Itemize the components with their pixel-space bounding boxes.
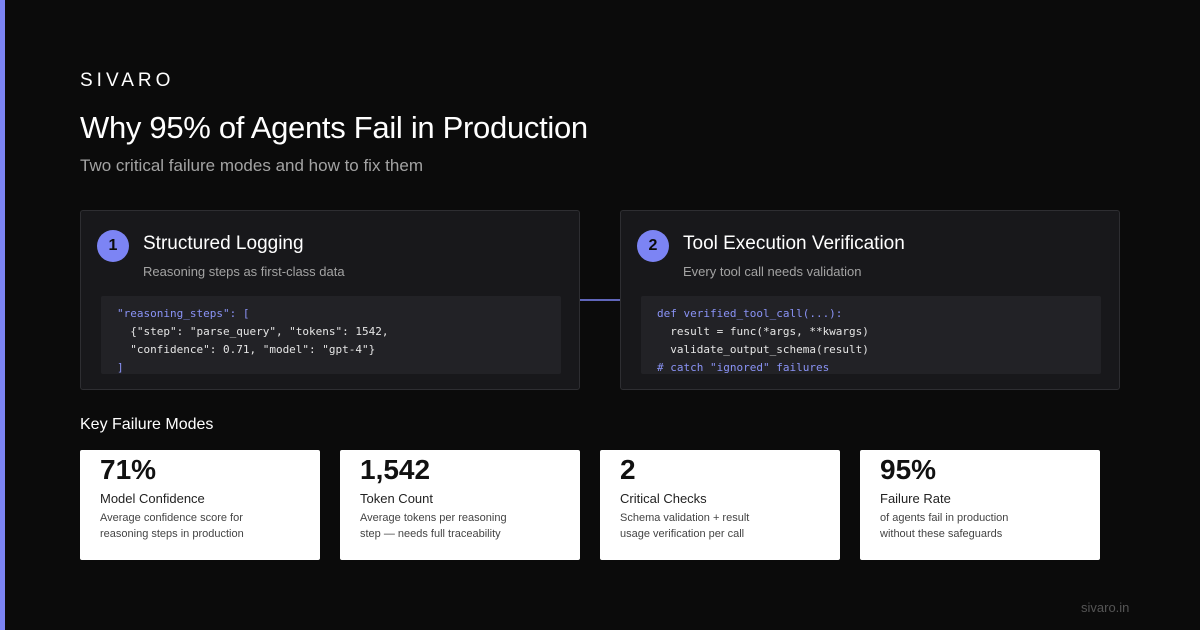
stat-description-line: step — needs full traceability — [360, 528, 501, 540]
panel-structured-logging: 1 Structured Logging Reasoning steps as … — [80, 210, 580, 390]
page-title: Why 95% of Agents Fail in Production — [80, 110, 588, 145]
stat-value: 2 — [620, 454, 636, 485]
stat-card-failure-rate: 95% Failure Rate of agents fail in produ… — [860, 450, 1100, 560]
stat-description-line: Average confidence score for — [100, 512, 243, 524]
accent-bar — [0, 0, 5, 630]
code-line: "confidence": 0.71, "model": "gpt-4"} — [117, 343, 376, 356]
code-block: "reasoning_steps": [ {"step": "parse_que… — [101, 296, 561, 374]
stat-label: Token Count — [360, 491, 433, 506]
stat-value: 1,542 — [360, 454, 431, 485]
stat-card-critical-checks: 2 Critical Checks Schema validation + re… — [600, 450, 840, 560]
stat-card-token-count: 1,542 Token Count Average tokens per rea… — [340, 450, 580, 560]
stat-description: Schema validation + result usage verific… — [620, 510, 820, 542]
stat-description-line: Average tokens per reasoning — [360, 512, 507, 524]
stat-value: 71% — [100, 454, 157, 485]
code-line: {"step": "parse_query", "tokens": 1542, — [117, 325, 389, 338]
stat-description-line: usage verification per call — [620, 528, 745, 540]
stat-card-model-confidence: 71% Model Confidence Average confidence … — [80, 450, 320, 560]
code-line: result = func(*args, **kwargs) — [657, 325, 869, 338]
code-line: validate_output_schema(result) — [657, 343, 869, 356]
stat-description: of agents fail in production without the… — [880, 510, 1080, 542]
panel-subtitle: Every tool call needs validation — [683, 264, 862, 279]
panel-title: Tool Execution Verification — [683, 233, 905, 254]
code-block: def verified_tool_call(...): result = fu… — [641, 296, 1101, 374]
step-number-badge: 2 — [637, 230, 669, 262]
stat-description-line: Schema validation + result — [620, 512, 750, 524]
stat-label: Critical Checks — [620, 491, 707, 506]
section-heading: Key Failure Modes — [80, 416, 214, 433]
panel-subtitle: Reasoning steps as first-class data — [143, 264, 345, 279]
stat-description-line: reasoning steps in production — [100, 528, 244, 540]
footer-url[interactable]: sivaro.in — [1081, 600, 1129, 615]
stat-label: Failure Rate — [880, 491, 951, 506]
stat-description-line: of agents fail in production — [880, 512, 1009, 524]
page-subtitle: Two critical failure modes and how to fi… — [80, 156, 423, 175]
stat-description: Average tokens per reasoning step — need… — [360, 510, 560, 542]
stat-value: 95% — [880, 454, 937, 485]
code-line: "reasoning_steps": [ — [117, 307, 250, 320]
code-line: def verified_tool_call(...): — [657, 307, 843, 320]
code-line: # catch "ignored" failures — [657, 361, 830, 374]
stat-description-line: without these safeguards — [880, 528, 1003, 540]
panel-title: Structured Logging — [143, 233, 304, 254]
stat-description: Average confidence score for reasoning s… — [100, 510, 300, 542]
step-number-badge: 1 — [97, 230, 129, 262]
stat-label: Model Confidence — [100, 491, 205, 506]
brand-logo: SIVARO — [80, 70, 175, 91]
code-line: ] — [117, 361, 124, 374]
panel-tool-execution-verification: 2 Tool Execution Verification Every tool… — [620, 210, 1120, 390]
